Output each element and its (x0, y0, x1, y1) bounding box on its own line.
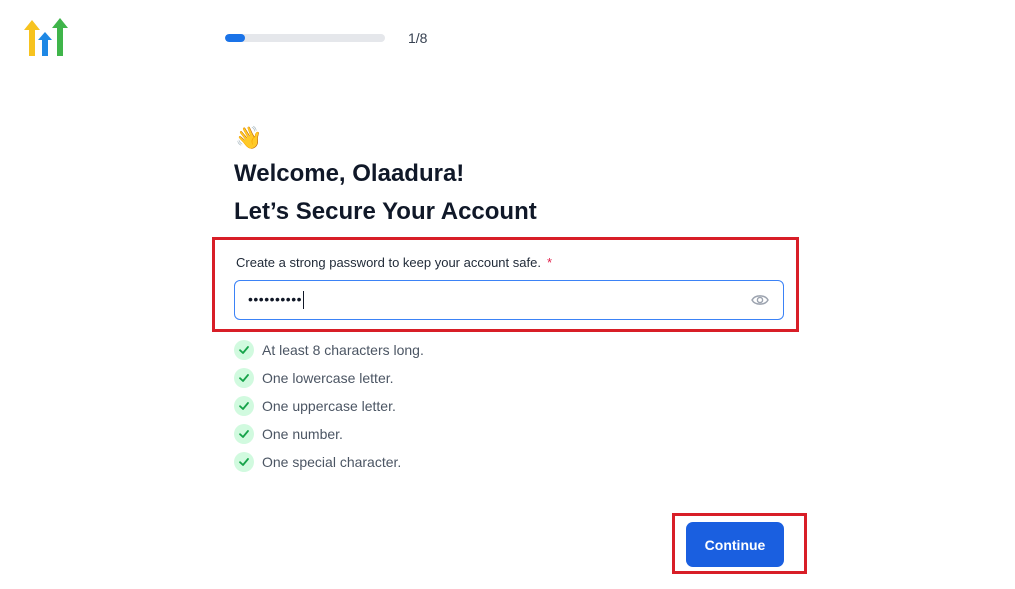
requirement-text: One uppercase letter. (262, 398, 396, 414)
requirement-item: One uppercase letter. (234, 392, 424, 420)
required-marker: * (546, 255, 553, 270)
progress-bar (225, 34, 385, 42)
secure-account-heading: Let’s Secure Your Account (234, 198, 537, 225)
requirement-item: One special character. (234, 448, 424, 476)
check-icon (234, 452, 254, 472)
wave-emoji-icon: 👋 (235, 125, 263, 150)
password-label-text: Create a strong password to keep your ac… (236, 255, 541, 270)
requirement-text: At least 8 characters long. (262, 342, 424, 358)
requirement-text: One lowercase letter. (262, 370, 394, 386)
progress-bar-fill (225, 34, 245, 42)
check-icon (234, 396, 254, 416)
requirement-item: One number. (234, 420, 424, 448)
continue-button[interactable]: Continue (686, 522, 784, 567)
check-icon (234, 368, 254, 388)
welcome-title: Welcome, Olaadura! (234, 160, 465, 187)
eye-icon[interactable] (751, 293, 769, 307)
password-requirements-list: At least 8 characters long. One lowercase… (234, 336, 424, 476)
check-icon (234, 340, 254, 360)
requirement-item: At least 8 characters long. (234, 336, 424, 364)
password-field-label: Create a strong password to keep your ac… (236, 255, 552, 270)
app-logo (24, 18, 68, 56)
requirement-text: One special character. (262, 454, 402, 470)
password-masked-value: •••••••••• (248, 291, 305, 310)
requirement-item: One lowercase letter. (234, 364, 424, 392)
progress-step-label: 1/8 (408, 30, 428, 46)
requirement-text: One number. (262, 426, 343, 442)
password-dots: •••••••••• (248, 291, 303, 307)
text-caret (303, 291, 305, 310)
password-input[interactable]: •••••••••• (234, 280, 784, 320)
onboarding-page: 1/8 👋 Welcome, Olaadura! Let’s Secure Yo… (0, 0, 1015, 589)
check-icon (234, 424, 254, 444)
